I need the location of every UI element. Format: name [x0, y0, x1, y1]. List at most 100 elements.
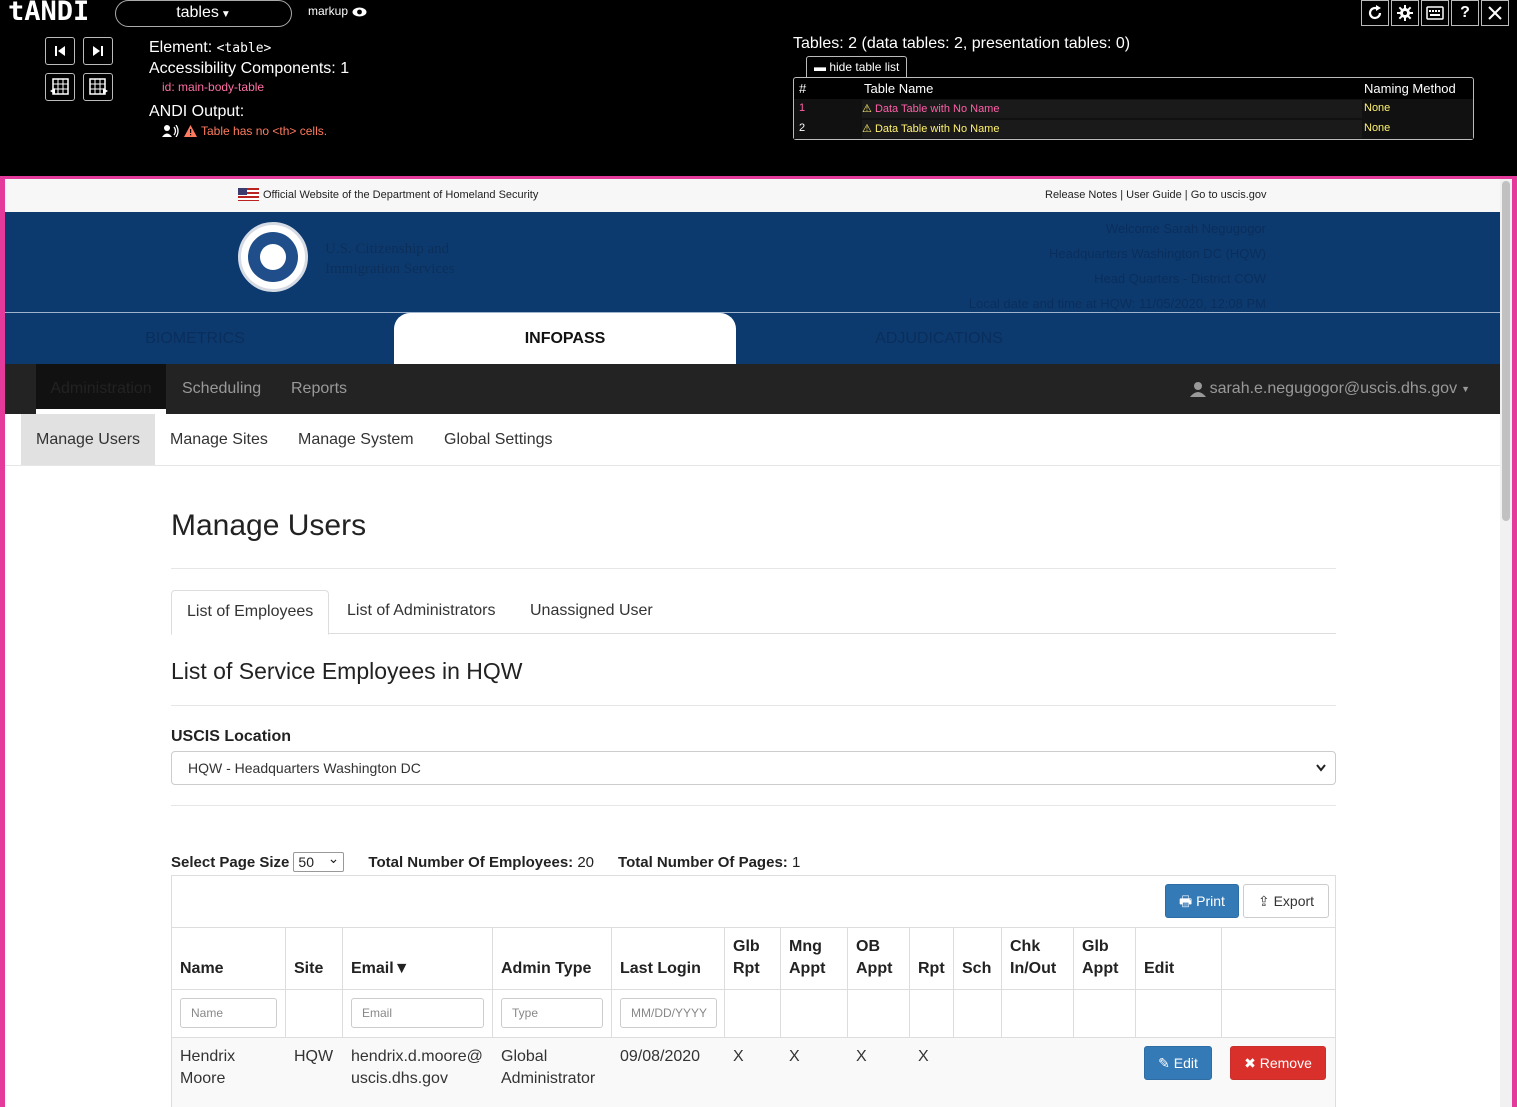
warning-icon	[184, 125, 197, 137]
help-button[interactable]: ?	[1451, 0, 1479, 26]
col-header-mng-appt[interactable]: Mng Appt	[789, 936, 839, 980]
app-tabs: BIOMETRICS INFOPASS ADJUDICATIONS	[5, 312, 1500, 364]
previous-table-button[interactable]	[45, 73, 75, 101]
date-filter-input[interactable]: MM/DD/YYYY	[620, 998, 717, 1028]
speaker-icon	[162, 125, 179, 137]
type-filter-input[interactable]: Type	[501, 998, 603, 1028]
page-content: Official Website of the Department of Ho…	[5, 179, 1500, 1107]
col-header-ob-appt[interactable]: OB Appt	[856, 936, 904, 980]
page-frame: Official Website of the Department of Ho…	[0, 176, 1517, 1107]
table-list-header-method: Naming Method	[1364, 81, 1456, 96]
edit-label: Edit	[1173, 1055, 1198, 1071]
total-pages-label: Total Number Of Pages:	[618, 853, 788, 871]
user-icon	[1189, 382, 1206, 397]
markup-toggle[interactable]: markup	[308, 4, 367, 18]
scrollbar[interactable]	[1500, 179, 1512, 1107]
nav-scheduling[interactable]: Scheduling	[182, 364, 261, 414]
email-filter-input[interactable]: Email	[351, 998, 484, 1028]
scrollbar-thumb[interactable]	[1502, 181, 1510, 521]
user-menu[interactable]: sarah.e.negugogor@uscis.dhs.gov ▼	[1189, 364, 1470, 414]
table-list-method: None	[1364, 122, 1391, 134]
col-header-sch[interactable]: Sch	[962, 958, 991, 980]
nav-administration[interactable]: Administration	[36, 364, 166, 414]
table-next-icon	[89, 78, 108, 95]
name-filter-input[interactable]: Name	[180, 998, 277, 1028]
tab-biometrics[interactable]: BIOMETRICS	[5, 313, 385, 364]
tab-list-of-administrators[interactable]: List of Administrators	[332, 590, 511, 634]
hide-table-list-button[interactable]: ▬ hide table list	[806, 56, 908, 77]
sub-nav: Manage Users Manage Sites Manage System …	[5, 414, 1500, 466]
subnav-global-settings[interactable]: Global Settings	[429, 414, 568, 465]
next-table-button[interactable]	[83, 73, 113, 101]
element-info: Element: <table> Accessibility Component…	[149, 38, 349, 79]
tab-list-of-employees[interactable]: List of Employees	[171, 590, 330, 635]
remove-button[interactable]: ✖ Remove	[1230, 1046, 1326, 1080]
gov-banner-links[interactable]: Release Notes | User Guide | Go to uscis…	[1045, 189, 1267, 201]
user-email: sarah.e.negugogor@uscis.dhs.gov	[1209, 380, 1458, 397]
col-header-admin-type[interactable]: Admin Type	[501, 958, 591, 980]
gov-banner: Official Website of the Department of Ho…	[5, 179, 1500, 212]
table-list-row[interactable]: 2 ⚠ Data Table with No Name None	[794, 119, 1473, 139]
element-value: <table>	[216, 41, 272, 56]
export-label: Export	[1273, 893, 1315, 909]
andi-alert: Table has no <th> cells.	[162, 124, 327, 138]
total-employees-value: 20	[577, 853, 595, 871]
table-list-name[interactable]: Data Table with No Name	[875, 103, 1000, 115]
col-header-glb-rpt[interactable]: Glb Rpt	[733, 936, 777, 980]
page-title: Manage Users	[171, 509, 367, 542]
tab-infopass[interactable]: INFOPASS	[394, 313, 736, 364]
markup-label: markup	[308, 4, 349, 18]
tab-unassigned-user[interactable]: Unassigned User	[515, 590, 668, 634]
us-flag-icon	[238, 188, 259, 201]
col-header-glb-appt[interactable]: Glb Appt	[1082, 936, 1126, 980]
refresh-button[interactable]	[1361, 0, 1389, 26]
subnav-manage-system[interactable]: Manage System	[283, 414, 429, 465]
next-element-button[interactable]	[83, 37, 113, 65]
page-size-select[interactable]: 50	[293, 849, 345, 872]
col-header-edit: Edit	[1144, 960, 1175, 977]
welcome-info: Welcome Sarah Negugogor Headquarters Was…	[969, 216, 1266, 316]
warning-icon: ⚠	[862, 123, 872, 135]
col-header-chk-in-out[interactable]: Chk In/Out	[1010, 936, 1070, 980]
help-icon: ?	[1460, 4, 1470, 21]
cell-name: Hendrix Moore	[180, 1048, 236, 1087]
settings-button[interactable]	[1391, 0, 1419, 26]
warning-icon: ⚠	[862, 103, 872, 115]
cell-rpt: X	[918, 1048, 929, 1065]
cell-email: hendrix.d.moore@uscis.dhs.gov	[351, 1048, 483, 1087]
col-header-last-login[interactable]: Last Login	[620, 958, 701, 980]
keyboard-button[interactable]	[1421, 0, 1449, 26]
export-button[interactable]: ⇪ Export	[1243, 884, 1329, 918]
close-button[interactable]	[1481, 0, 1509, 26]
col-header-rpt[interactable]: Rpt	[918, 958, 945, 980]
agency-line2: Immigration Services	[325, 261, 455, 277]
print-button[interactable]: 🖶 Print	[1165, 884, 1239, 918]
skip-previous-icon	[55, 46, 65, 56]
agency-line1: U.S. Citizenship and	[325, 241, 450, 257]
page-size-label: Select Page Size	[171, 853, 290, 871]
dhs-seal-icon	[238, 222, 308, 292]
edit-button[interactable]: ✎ Edit	[1144, 1046, 1212, 1080]
col-header-email[interactable]: Email▼	[351, 958, 410, 980]
location-select[interactable]: HQW - Headquarters Washington DC	[171, 751, 1336, 785]
subnav-manage-sites[interactable]: Manage Sites	[155, 414, 283, 465]
location-value: HQW - Headquarters Washington DC	[188, 760, 421, 776]
previous-element-button[interactable]	[45, 37, 75, 65]
edit-icon: ✎	[1158, 1055, 1170, 1071]
nav-reports[interactable]: Reports	[291, 364, 347, 414]
seal-inner	[248, 232, 298, 282]
col-header-site[interactable]: Site	[294, 958, 323, 980]
employees-table: 🖶 Print ⇪ Export Name Site Email▼ Admin …	[171, 875, 1336, 1107]
tab-adjudications[interactable]: ADJUDICATIONS	[745, 313, 1133, 364]
module-select[interactable]: tables ▼	[115, 0, 292, 27]
cell-glb-rpt: X	[733, 1048, 744, 1065]
table-list-row[interactable]: 1 ⚠ Data Table with No Name None	[794, 99, 1473, 119]
subnav-manage-users[interactable]: Manage Users	[21, 414, 156, 465]
cell-site: HQW	[294, 1048, 334, 1065]
id-value: main-body-table	[178, 80, 265, 94]
table-list-name[interactable]: Data Table with No Name	[875, 123, 1000, 135]
col-header-name[interactable]: Name	[180, 958, 224, 980]
element-id: id: main-body-table	[162, 80, 264, 94]
andi-output-label: ANDI Output:	[149, 103, 245, 120]
remove-icon: ✖	[1244, 1055, 1256, 1071]
